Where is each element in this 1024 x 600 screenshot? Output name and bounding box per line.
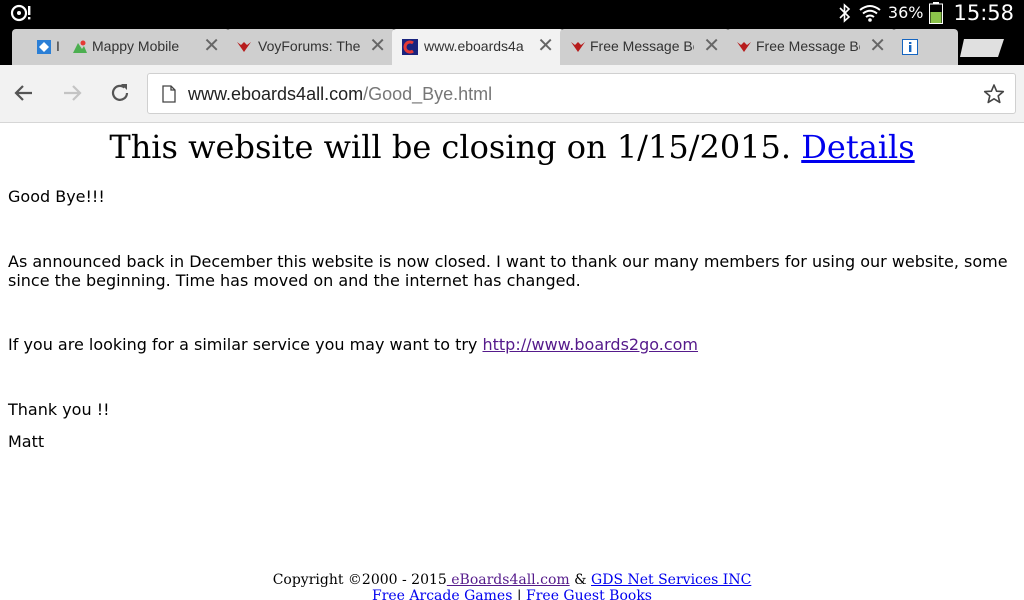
tab-title: Free Message Bo: [756, 38, 860, 54]
close-tab-icon[interactable]: ✕: [703, 35, 720, 57]
eagle-icon: [571, 42, 585, 52]
bluetooth-icon: [839, 2, 851, 23]
footer-separator: |: [512, 588, 526, 600]
free-arcade-games-link[interactable]: Free Arcade Games: [372, 588, 512, 600]
tab-strip: I Mappy Mobile ✕ VoyForums: The ✕ www.eb…: [0, 25, 1024, 65]
battery-percent: 36%: [887, 3, 924, 22]
new-tab-button[interactable]: [958, 37, 1006, 59]
boards2go-link[interactable]: http://www.boards2go.com: [482, 335, 698, 354]
tab-free-message-2[interactable]: Free Message Bo ✕: [726, 29, 896, 65]
clock: 15:58: [953, 0, 1014, 25]
footer-line-1: Copyright ©2000 - 2015 eBoards4all.com &…: [0, 572, 1024, 588]
puzzle-icon: [37, 40, 51, 54]
url-host: www.eboards4all.com: [188, 84, 364, 104]
reload-icon[interactable]: [107, 80, 133, 106]
ampersand: &: [569, 572, 592, 588]
address-bar[interactable]: www.eboards4all.com/Good_Bye.html: [147, 73, 1016, 114]
eboards4all-link[interactable]: eBoards4all.com: [447, 572, 569, 588]
signature-text: Matt: [8, 432, 45, 451]
close-tab-icon[interactable]: ✕: [203, 35, 220, 57]
footer-line-2: Free Arcade Games | Free Guest Books: [0, 588, 1024, 600]
free-guest-books-link[interactable]: Free Guest Books: [526, 588, 652, 600]
url-text: www.eboards4all.com/Good_Bye.html: [188, 84, 492, 105]
status-bar: 36% 15:58: [0, 0, 1024, 25]
eagle-icon: [737, 42, 751, 52]
thank-you-text: Thank you !!: [8, 400, 110, 419]
tab-1[interactable]: I: [12, 29, 67, 65]
tab-voyforums[interactable]: VoyForums: The ✕: [226, 29, 396, 65]
tab-mappy[interactable]: Mappy Mobile ✕: [60, 29, 230, 65]
notification-icon: [10, 4, 31, 22]
close-tab-icon[interactable]: ✕: [869, 35, 886, 57]
footer: Copyright ©2000 - 2015 eBoards4all.com &…: [0, 572, 1024, 600]
announcement-text: As announced back in December this websi…: [8, 252, 1008, 290]
wifi-icon: [859, 4, 881, 22]
eboards-icon: [402, 39, 418, 55]
battery-icon: [929, 1, 944, 24]
url-path: /Good_Bye.html: [363, 84, 493, 104]
details-link[interactable]: Details: [801, 128, 914, 166]
tab-title: www.eboards4a: [424, 38, 524, 54]
browser-toolbar: www.eboards4all.com/Good_Bye.html: [0, 65, 1024, 123]
copyright-text: Copyright ©2000 - 2015: [272, 572, 447, 588]
back-arrow-icon[interactable]: [11, 80, 37, 106]
tab-title: Free Message Bo: [590, 38, 694, 54]
similar-service-text: If you are looking for a similar service…: [8, 335, 1008, 354]
closing-banner: This website will be closing on 1/15/201…: [0, 128, 1024, 166]
goodbye-heading: Good Bye!!!: [8, 187, 105, 206]
banner-text: This website will be closing on 1/15/201…: [109, 128, 802, 166]
page-icon: [162, 85, 176, 103]
web-page: This website will be closing on 1/15/201…: [0, 123, 1024, 600]
tab-eboards-active[interactable]: www.eboards4a ✕: [392, 29, 564, 65]
tab-free-message-1[interactable]: Free Message Bo ✕: [560, 29, 730, 65]
tab-title: Mappy Mobile: [92, 38, 180, 54]
bookmark-star-icon[interactable]: [983, 83, 1005, 105]
tab-info[interactable]: [892, 29, 958, 65]
close-tab-icon[interactable]: ✕: [369, 35, 386, 57]
info-icon: [902, 39, 918, 55]
gds-net-services-link[interactable]: GDS Net Services INC: [591, 572, 751, 588]
eagle-icon: [237, 42, 251, 52]
close-tab-icon[interactable]: ✕: [537, 35, 554, 57]
tab-title: VoyForums: The: [258, 38, 360, 54]
map-icon: [73, 40, 87, 53]
forward-arrow-icon[interactable]: [59, 80, 85, 106]
similar-prefix: If you are looking for a similar service…: [8, 335, 483, 354]
